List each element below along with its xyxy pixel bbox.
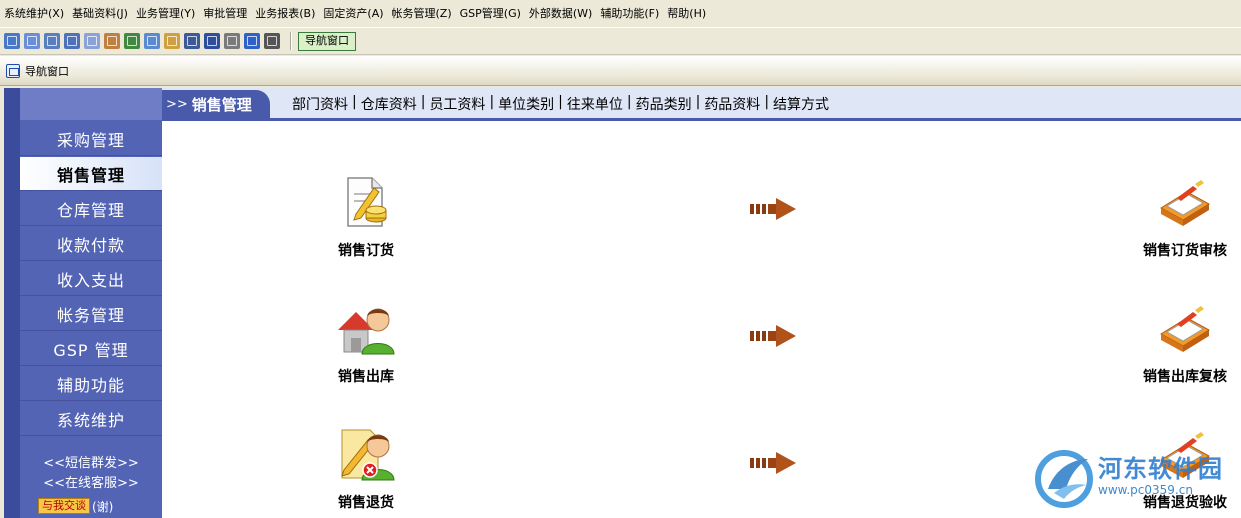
sidebar-item-8[interactable]: 系统维护 xyxy=(20,402,162,436)
print-icon[interactable] xyxy=(224,33,240,49)
link-separator: | xyxy=(626,94,632,110)
quick-link-3[interactable]: 单位类别 xyxy=(498,94,554,114)
sales-outbound-item[interactable]: 销售出库 xyxy=(324,300,408,386)
sidebar-item-2[interactable]: 仓库管理 xyxy=(20,192,162,226)
tools-icon[interactable] xyxy=(104,33,120,49)
sales-outbound-label: 销售出库 xyxy=(338,369,394,385)
sidebar-item-0[interactable]: 采购管理 xyxy=(20,122,162,156)
sales-order-approve-label: 销售订货审核 xyxy=(1143,243,1227,259)
sidebar-item-1[interactable]: 销售管理 xyxy=(20,157,162,191)
quick-link-0[interactable]: 部门资料 xyxy=(292,94,348,114)
quick-links: 部门资料 | 仓库资料 | 员工资料 | 单位类别 | 往来单位 | 药品类别 | 药品资料 | 结算方式 xyxy=(292,94,829,114)
menu-item-4[interactable]: 业务报表(B) xyxy=(255,5,315,21)
copy-window-icon[interactable] xyxy=(44,33,60,49)
sidebar-item-6[interactable]: GSP 管理 xyxy=(20,332,162,366)
qq-chat-button[interactable]: 与我交谈 xyxy=(38,498,90,514)
navigation-window-button[interactable]: 导航窗口 xyxy=(298,31,356,51)
menu-item-0[interactable]: 系统维护(X) xyxy=(4,5,64,21)
menu-item-1[interactable]: 基础资料(J) xyxy=(72,5,128,21)
flow-arrow-icon xyxy=(750,198,796,220)
menu-item-2[interactable]: 业务管理(Y) xyxy=(136,5,195,21)
approve-icon xyxy=(1155,174,1215,232)
import-icon[interactable] xyxy=(164,33,180,49)
menu-item-10[interactable]: 帮助(H) xyxy=(667,5,706,21)
help-icon[interactable] xyxy=(244,33,260,49)
form-icon[interactable] xyxy=(24,33,40,49)
sidebar-item-7[interactable]: 辅助功能 xyxy=(20,367,162,401)
menu-item-8[interactable]: 外部数据(W) xyxy=(529,5,592,21)
menu-bar: 系统维护(X) 基础资料(J) 业务管理(Y) 审批管理 业务报表(B) 固定资产(A) 帐… xyxy=(0,0,1241,26)
sidebar-strip xyxy=(4,88,20,518)
monitor-icon[interactable] xyxy=(184,33,200,49)
window-list-icon[interactable] xyxy=(64,33,80,49)
module-tab-bar: >> 销售管理 部门资料 | 仓库资料 | 员工资料 | 单位类别 | 往来单位 | 药品类别 | 药品… xyxy=(162,88,1241,121)
sales-order-approve-item[interactable]: 销售订货审核 xyxy=(1136,174,1234,260)
toolbar-separator xyxy=(290,32,292,50)
sidebar: 采购管理 销售管理 仓库管理 收款付款 收入支出 帐务管理 GSP 管理 辅助功能 系统维护 <… xyxy=(4,88,162,518)
menu-item-9[interactable]: 辅助功能(F) xyxy=(600,5,659,21)
sidebar-item-3[interactable]: 收款付款 xyxy=(20,227,162,261)
link-separator: | xyxy=(695,94,701,110)
sales-order-icon xyxy=(336,174,396,232)
sales-return-icon xyxy=(336,426,396,484)
link-separator: | xyxy=(764,94,770,110)
toolbar: 导航窗口 xyxy=(0,27,1241,55)
sales-return-label: 销售退货 xyxy=(338,495,394,511)
menu-item-7[interactable]: GSP管理(G) xyxy=(460,5,521,21)
flow-arrow-icon xyxy=(750,325,796,347)
report-icon[interactable] xyxy=(84,33,100,49)
sales-return-item[interactable]: 销售退货 xyxy=(324,426,408,512)
quick-link-6[interactable]: 药品资料 xyxy=(704,94,760,114)
watermark: 河东软件园 www.pc0359.cn xyxy=(1032,447,1241,518)
users-icon[interactable] xyxy=(124,33,140,49)
table-icon[interactable] xyxy=(4,33,20,49)
navigation-window-title: 导航窗口 xyxy=(25,64,69,78)
sales-outbound-recheck-item[interactable]: 销售出库复核 xyxy=(1136,300,1234,386)
tab-label: 销售管理 xyxy=(191,95,252,114)
menu-item-5[interactable]: 固定资产(A) xyxy=(323,5,383,21)
menu-item-3[interactable]: 审批管理 xyxy=(203,5,247,21)
tab-sales-management[interactable]: >> 销售管理 xyxy=(162,90,270,118)
quick-link-5[interactable]: 药品类别 xyxy=(636,94,692,114)
quick-link-1[interactable]: 仓库资料 xyxy=(361,94,417,114)
quick-link-7[interactable]: 结算方式 xyxy=(773,94,829,114)
qq-chat[interactable]: 与我交谈 (谢) xyxy=(38,498,113,514)
menu-item-6[interactable]: 帐务管理(Z) xyxy=(392,5,452,21)
quick-link-2[interactable]: 员工资料 xyxy=(429,94,485,114)
sidebar-header xyxy=(20,88,162,120)
save-icon[interactable] xyxy=(204,33,220,49)
online-service-link[interactable]: <<在线客服>> xyxy=(20,472,162,491)
sales-order-item[interactable]: 销售订货 xyxy=(324,174,408,260)
watermark-name: 河东软件园 xyxy=(1098,454,1223,483)
recheck-icon xyxy=(1155,300,1215,358)
link-separator: | xyxy=(558,94,563,110)
link-separator: | xyxy=(489,94,495,110)
flow-arrow-icon xyxy=(750,452,796,474)
thanks-text: (谢) xyxy=(92,499,114,514)
sales-order-label: 销售订货 xyxy=(338,243,394,259)
tab-prefix: >> xyxy=(166,96,188,112)
navigation-window-titlebar: 导航窗口 xyxy=(0,56,1241,86)
export-icon[interactable] xyxy=(144,33,160,49)
sidebar-item-5[interactable]: 帐务管理 xyxy=(20,297,162,331)
exit-icon[interactable] xyxy=(264,33,280,49)
sales-outbound-icon xyxy=(336,300,396,358)
sms-broadcast-link[interactable]: <<短信群发>> xyxy=(20,452,162,471)
toolbar-icons xyxy=(2,33,282,49)
link-separator: | xyxy=(420,94,426,110)
watermark-logo-icon xyxy=(1035,450,1093,508)
sales-outbound-recheck-label: 销售出库复核 xyxy=(1143,369,1227,385)
link-separator: | xyxy=(352,94,357,110)
sidebar-item-4[interactable]: 收入支出 xyxy=(20,262,162,296)
quick-link-4[interactable]: 往来单位 xyxy=(567,94,623,114)
watermark-url: www.pc0359.cn xyxy=(1098,483,1193,497)
window-icon xyxy=(6,63,20,78)
